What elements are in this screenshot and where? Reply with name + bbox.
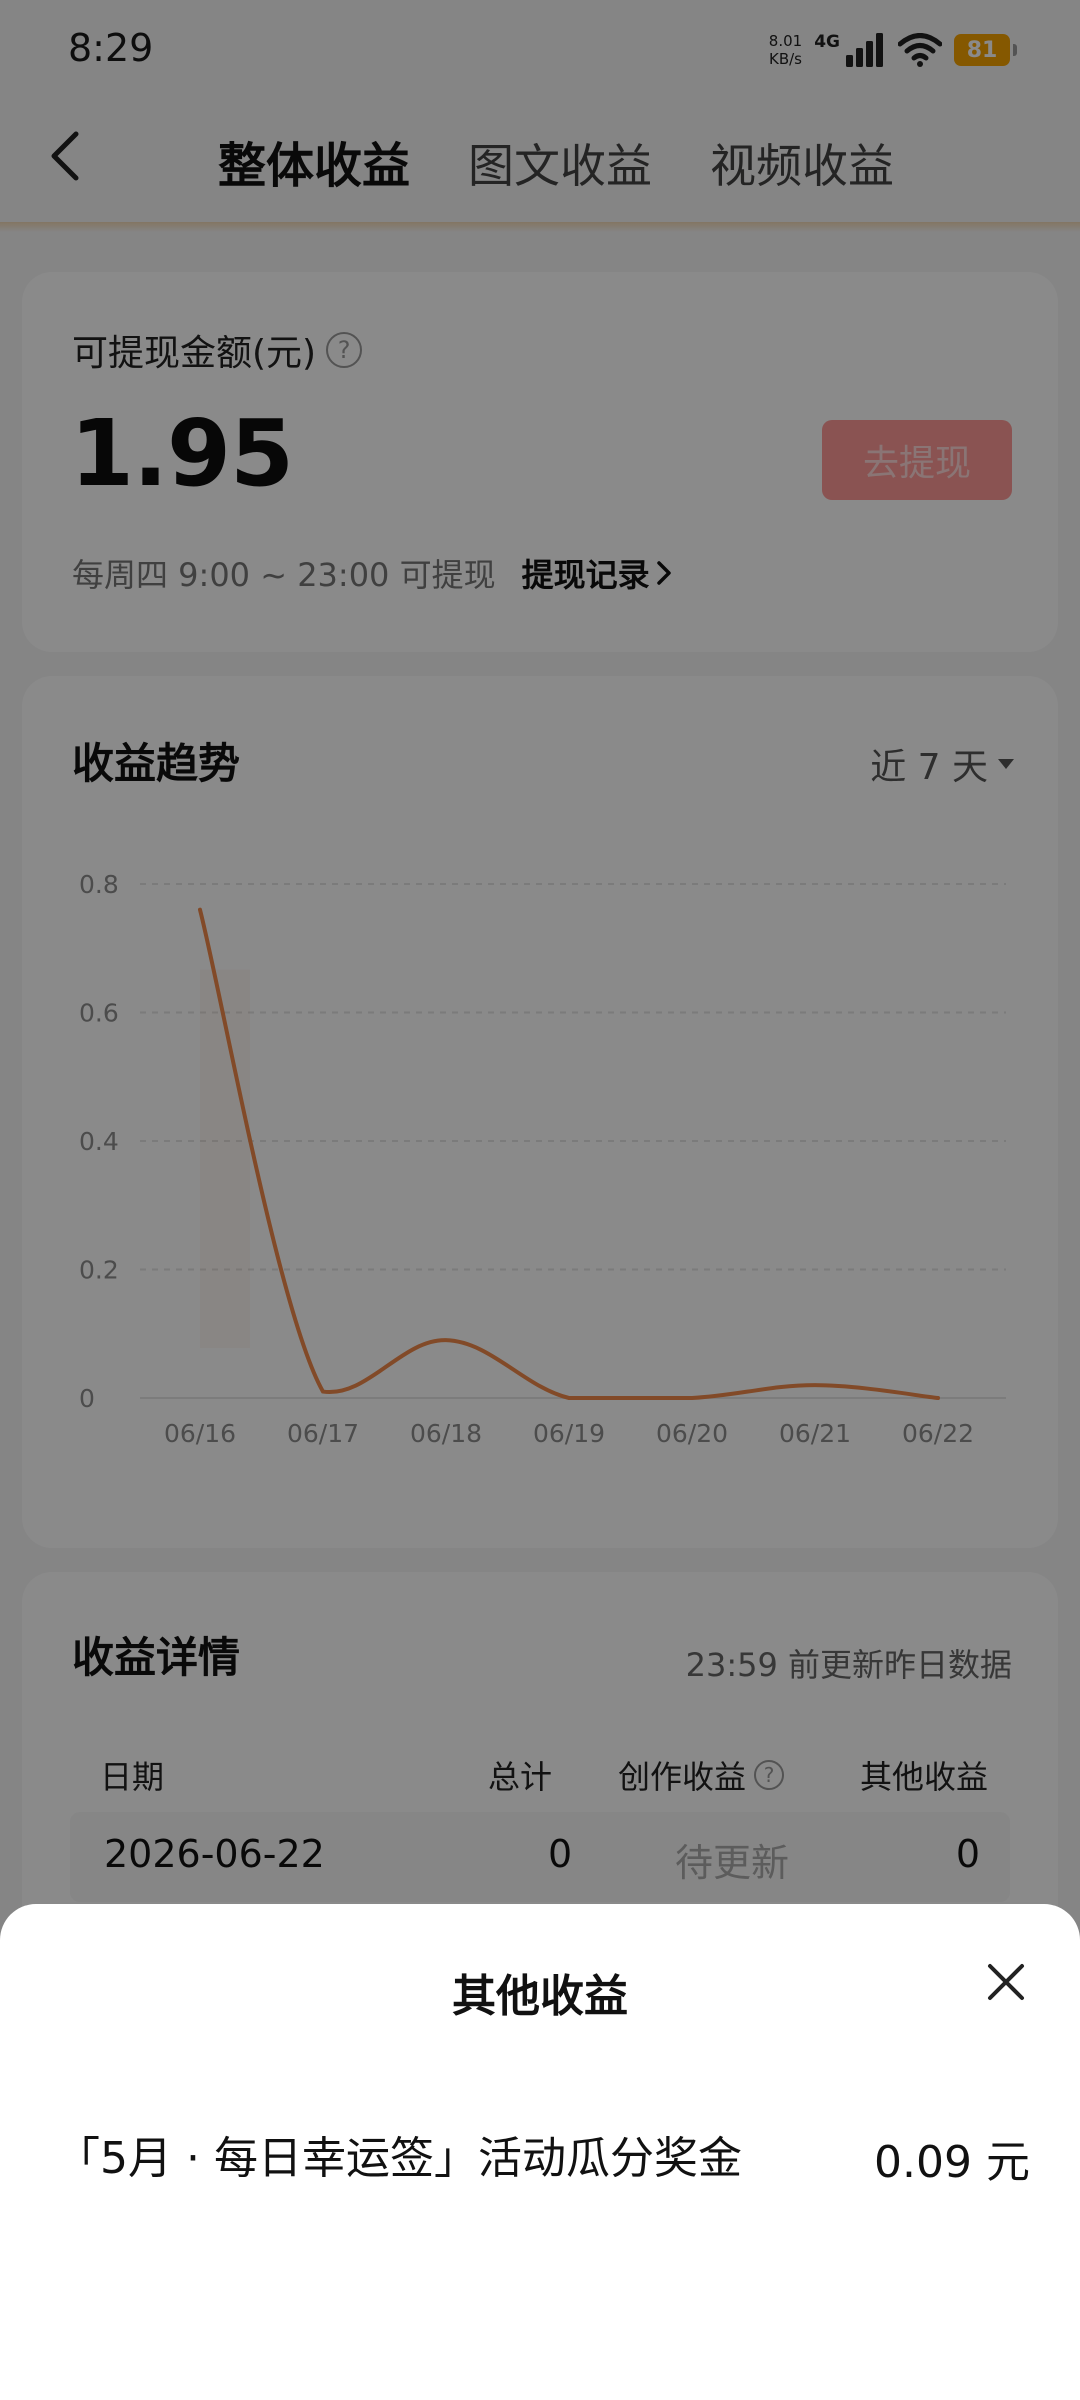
sheet-item-label: 「5月 · 每日幸运签」活动瓜分奖金 [56, 2133, 742, 2184]
sheet-item-value: 0.09 元 [874, 2137, 1030, 2188]
app-root: 8:29 8.01 KB/s 4G 81 整体收益 图文收益 视频收益 可提现金… [0, 0, 1080, 2400]
other-earnings-sheet: 其他收益 「5月 · 每日幸运签」活动瓜分奖金 0.09 元 [0, 1904, 1080, 2400]
close-icon[interactable] [984, 1960, 1028, 2004]
sheet-title: 其他收益 [452, 1971, 628, 2022]
